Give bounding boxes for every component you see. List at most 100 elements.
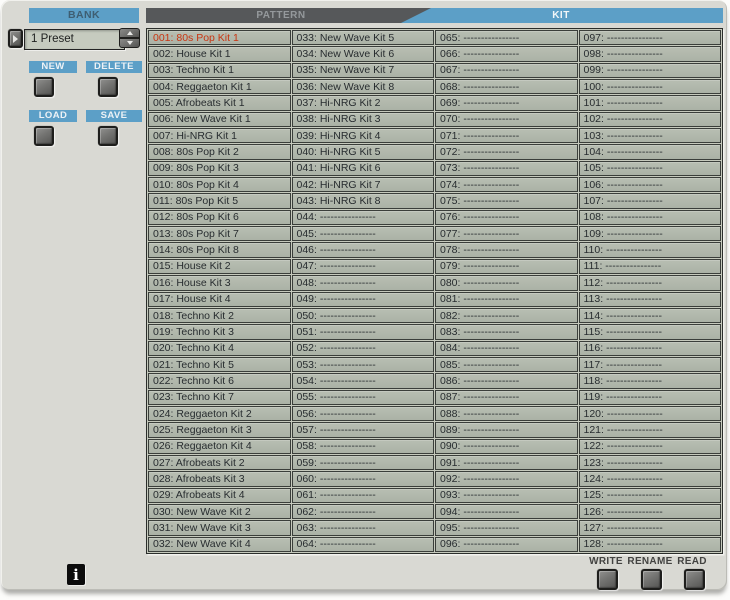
kit-slot[interactable]: 016: House Kit 3: [148, 275, 291, 290]
kit-slot[interactable]: 115: ----------------: [579, 324, 722, 339]
kit-slot[interactable]: 013: 80s Pop Kit 7: [148, 226, 291, 241]
kit-slot[interactable]: 039: Hi-NRG Kit 4: [292, 128, 435, 143]
kit-slot[interactable]: 057: ----------------: [292, 422, 435, 437]
kit-slot[interactable]: 078: ----------------: [435, 242, 578, 257]
info-button[interactable]: i: [67, 564, 85, 585]
kit-slot[interactable]: 093: ----------------: [435, 488, 578, 503]
kit-slot[interactable]: 087: ----------------: [435, 390, 578, 405]
kit-slot[interactable]: 088: ----------------: [435, 406, 578, 421]
kit-slot[interactable]: 101: ----------------: [579, 95, 722, 110]
kit-slot[interactable]: 067: ----------------: [435, 63, 578, 78]
preset-increment-button[interactable]: [119, 28, 140, 38]
kit-slot[interactable]: 128: ----------------: [579, 537, 722, 552]
kit-slot[interactable]: 109: ----------------: [579, 226, 722, 241]
kit-slot[interactable]: 068: ----------------: [435, 79, 578, 94]
kit-slot[interactable]: 116: ----------------: [579, 341, 722, 356]
kit-slot[interactable]: 014: 80s Pop Kit 8: [148, 242, 291, 257]
kit-slot[interactable]: 084: ----------------: [435, 341, 578, 356]
kit-slot[interactable]: 054: ----------------: [292, 373, 435, 388]
kit-slot[interactable]: 120: ----------------: [579, 406, 722, 421]
kit-slot[interactable]: 040: Hi-NRG Kit 5: [292, 144, 435, 159]
kit-slot[interactable]: 044: ----------------: [292, 210, 435, 225]
kit-slot[interactable]: 035: New Wave Kit 7: [292, 63, 435, 78]
kit-slot[interactable]: 031: New Wave Kit 3: [148, 520, 291, 535]
kit-slot[interactable]: 107: ----------------: [579, 193, 722, 208]
kit-slot[interactable]: 005: Afrobeats Kit 1: [148, 95, 291, 110]
preset-display[interactable]: 1 Preset: [24, 29, 125, 50]
kit-slot[interactable]: 104: ----------------: [579, 144, 722, 159]
kit-slot[interactable]: 119: ----------------: [579, 390, 722, 405]
kit-slot[interactable]: 046: ----------------: [292, 242, 435, 257]
kit-slot[interactable]: 002: House Kit 1: [148, 46, 291, 61]
kit-slot[interactable]: 058: ----------------: [292, 439, 435, 454]
kit-slot[interactable]: 069: ----------------: [435, 95, 578, 110]
kit-slot[interactable]: 118: ----------------: [579, 373, 722, 388]
kit-slot[interactable]: 086: ----------------: [435, 373, 578, 388]
kit-slot[interactable]: 111: ----------------: [579, 259, 722, 274]
kit-slot[interactable]: 003: Techno Kit 1: [148, 63, 291, 78]
kit-slot[interactable]: 091: ----------------: [435, 455, 578, 470]
kit-slot[interactable]: 049: ----------------: [292, 292, 435, 307]
kit-slot[interactable]: 071: ----------------: [435, 128, 578, 143]
kit-slot[interactable]: 048: ----------------: [292, 275, 435, 290]
preset-menu-button[interactable]: [8, 29, 23, 48]
pattern-tab[interactable]: [146, 8, 431, 23]
kit-slot[interactable]: 065: ----------------: [435, 30, 578, 45]
kit-slot[interactable]: 010: 80s Pop Kit 4: [148, 177, 291, 192]
kit-slot[interactable]: 079: ----------------: [435, 259, 578, 274]
kit-slot[interactable]: 028: Afrobeats Kit 3: [148, 471, 291, 486]
kit-slot[interactable]: 053: ----------------: [292, 357, 435, 372]
kit-slot[interactable]: 023: Techno Kit 7: [148, 390, 291, 405]
kit-slot[interactable]: 114: ----------------: [579, 308, 722, 323]
kit-slot[interactable]: 004: Reggaeton Kit 1: [148, 79, 291, 94]
kit-slot[interactable]: 015: House Kit 2: [148, 259, 291, 274]
kit-slot[interactable]: 082: ----------------: [435, 308, 578, 323]
kit-slot[interactable]: 025: Reggaeton Kit 3: [148, 422, 291, 437]
kit-slot[interactable]: 022: Techno Kit 6: [148, 373, 291, 388]
kit-slot[interactable]: 037: Hi-NRG Kit 2: [292, 95, 435, 110]
kit-slot[interactable]: 045: ----------------: [292, 226, 435, 241]
kit-slot[interactable]: 042: Hi-NRG Kit 7: [292, 177, 435, 192]
kit-slot[interactable]: 073: ----------------: [435, 161, 578, 176]
kit-slot[interactable]: 110: ----------------: [579, 242, 722, 257]
kit-slot[interactable]: 008: 80s Pop Kit 2: [148, 144, 291, 159]
kit-slot[interactable]: 077: ----------------: [435, 226, 578, 241]
kit-slot[interactable]: 020: Techno Kit 4: [148, 341, 291, 356]
kit-slot[interactable]: 007: Hi-NRG Kit 1: [148, 128, 291, 143]
kit-slot[interactable]: 099: ----------------: [579, 63, 722, 78]
kit-slot[interactable]: 012: 80s Pop Kit 6: [148, 210, 291, 225]
kit-slot[interactable]: 076: ----------------: [435, 210, 578, 225]
kit-slot[interactable]: 060: ----------------: [292, 471, 435, 486]
kit-slot[interactable]: 070: ----------------: [435, 112, 578, 127]
kit-slot[interactable]: 055: ----------------: [292, 390, 435, 405]
write-button[interactable]: [597, 569, 618, 590]
kit-slot[interactable]: 041: Hi-NRG Kit 6: [292, 161, 435, 176]
kit-slot[interactable]: 027: Afrobeats Kit 2: [148, 455, 291, 470]
kit-slot[interactable]: 019: Techno Kit 3: [148, 324, 291, 339]
kit-slot[interactable]: 061: ----------------: [292, 488, 435, 503]
kit-slot[interactable]: 056: ----------------: [292, 406, 435, 421]
kit-slot[interactable]: 105: ----------------: [579, 161, 722, 176]
kit-slot[interactable]: 081: ----------------: [435, 292, 578, 307]
kit-slot[interactable]: 064: ----------------: [292, 537, 435, 552]
kit-slot[interactable]: 125: ----------------: [579, 488, 722, 503]
kit-slot[interactable]: 083: ----------------: [435, 324, 578, 339]
preset-decrement-button[interactable]: [119, 38, 140, 48]
kit-slot[interactable]: 032: New Wave Kit 4: [148, 537, 291, 552]
kit-slot[interactable]: 096: ----------------: [435, 537, 578, 552]
kit-slot[interactable]: 017: House Kit 4: [148, 292, 291, 307]
kit-slot[interactable]: 098: ----------------: [579, 46, 722, 61]
kit-slot[interactable]: 036: New Wave Kit 8: [292, 79, 435, 94]
kit-slot[interactable]: 102: ----------------: [579, 112, 722, 127]
kit-slot[interactable]: 052: ----------------: [292, 341, 435, 356]
kit-slot[interactable]: 097: ----------------: [579, 30, 722, 45]
kit-slot[interactable]: 090: ----------------: [435, 439, 578, 454]
delete-button[interactable]: [98, 77, 118, 97]
kit-slot[interactable]: 106: ----------------: [579, 177, 722, 192]
kit-slot[interactable]: 100: ----------------: [579, 79, 722, 94]
kit-slot[interactable]: 112: ----------------: [579, 275, 722, 290]
kit-slot[interactable]: 030: New Wave Kit 2: [148, 504, 291, 519]
kit-slot[interactable]: 059: ----------------: [292, 455, 435, 470]
kit-slot[interactable]: 029: Afrobeats Kit 4: [148, 488, 291, 503]
kit-slot[interactable]: 127: ----------------: [579, 520, 722, 535]
